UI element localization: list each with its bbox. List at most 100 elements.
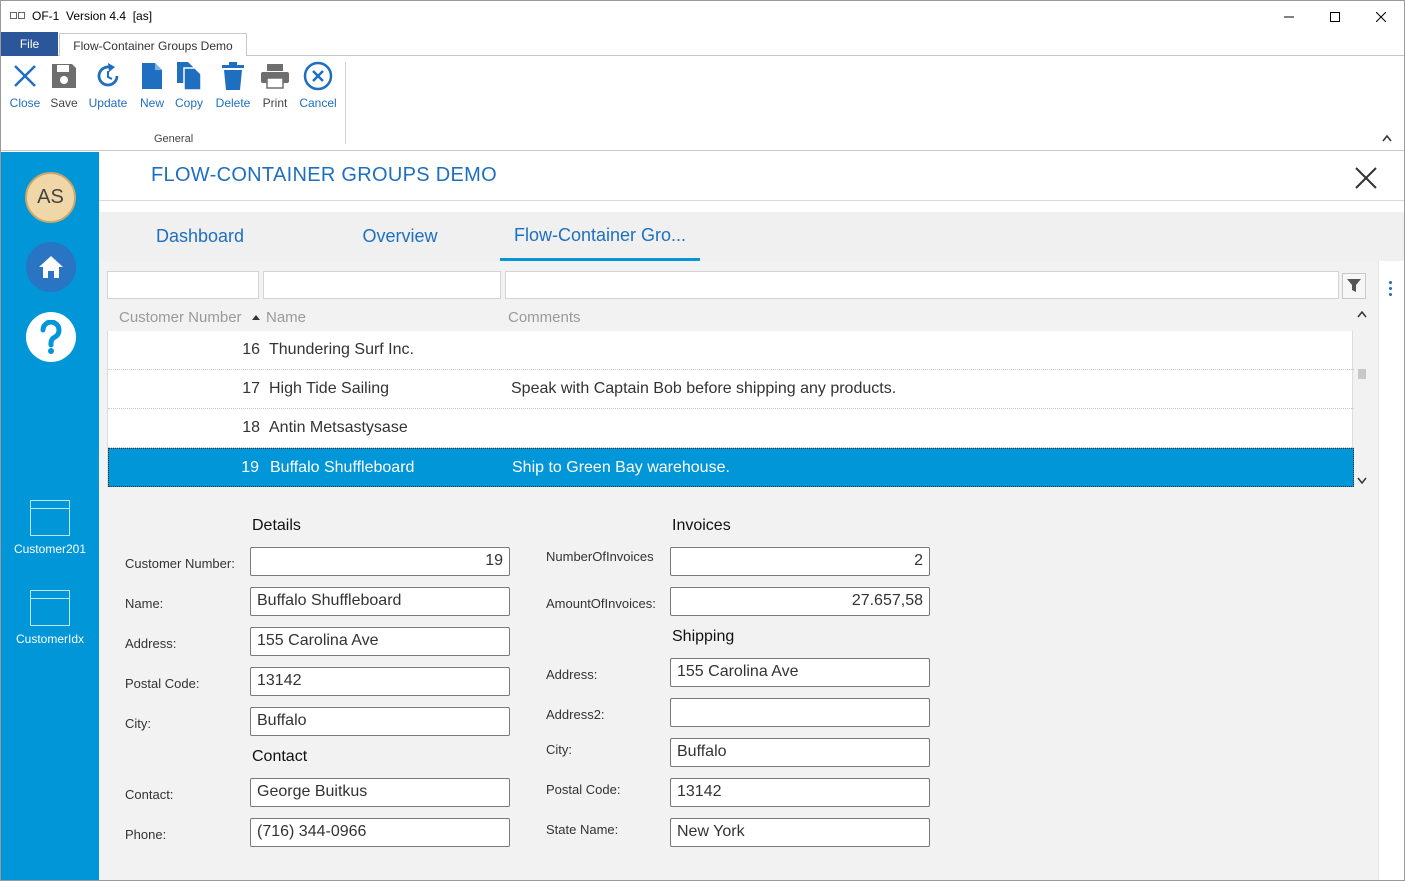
column-header-comments[interactable]: Comments — [508, 309, 581, 326]
ribbon-copy-button[interactable]: Copy — [173, 60, 205, 118]
ribbon: Close Save Update New Copy Delete Print — [1, 56, 1404, 151]
minimize-icon — [1284, 16, 1294, 17]
name-field[interactable]: Buffalo Shuffleboard — [250, 587, 510, 616]
address-field[interactable]: 155 Carolina Ave — [250, 627, 510, 656]
table-row[interactable]: 16 Thundering Surf Inc. — [108, 331, 1354, 370]
filter-button[interactable] — [1342, 273, 1366, 299]
shipping-postal-code-label: Postal Code: — [546, 782, 621, 797]
funnel-icon — [1347, 279, 1361, 292]
maximize-icon — [1330, 11, 1340, 22]
customer-number-field[interactable]: 19 — [250, 547, 510, 576]
file-menu[interactable]: File — [1, 32, 58, 56]
tab-strip: Dashboard Overview Flow-Container Gro... — [99, 212, 1404, 261]
ribbon-update-button[interactable]: Update — [88, 60, 128, 118]
cell-name: Buffalo Shuffleboard — [270, 459, 415, 476]
chevron-down-icon[interactable] — [1357, 477, 1367, 484]
postal-code-label: Postal Code: — [125, 676, 200, 691]
close-icon — [1376, 11, 1386, 22]
printer-icon — [261, 64, 289, 89]
address-label: Address: — [125, 636, 177, 651]
app-window: OF-1 Version 4.4 [as] File Flow-Containe… — [0, 0, 1405, 881]
menu-bar: File Flow-Container Groups Demo — [1, 32, 1404, 57]
ribbon-new-button[interactable]: New — [138, 60, 166, 118]
ribbon-tab-flow-container[interactable]: Flow-Container Groups Demo — [59, 33, 247, 57]
maximize-button[interactable] — [1312, 1, 1358, 32]
ribbon-close-button[interactable]: Close — [9, 60, 41, 118]
ribbon-group-label: General — [154, 133, 194, 145]
cell-name: High Tide Sailing — [269, 380, 390, 397]
ribbon-copy-label: Copy — [174, 96, 203, 110]
page-title: FLOW-CONTAINER GROUPS DEMO — [151, 164, 497, 186]
cell-comments: Speak with Captain Bob before shipping a… — [511, 380, 897, 397]
cell-comments: Ship to Green Bay warehouse. — [512, 459, 730, 476]
new-document-icon — [142, 63, 162, 89]
minimize-button[interactable] — [1266, 1, 1312, 32]
window-icon — [30, 500, 70, 536]
grid-scrollbar[interactable] — [1355, 307, 1369, 487]
column-header-customer-number[interactable]: Customer Number — [119, 309, 242, 326]
contact-field[interactable]: George Buitkus — [250, 778, 510, 807]
table-row[interactable]: 18 Antin Metsastysase — [108, 409, 1354, 448]
name-label: Name: — [125, 596, 164, 611]
tab-overview[interactable]: Overview — [339, 212, 461, 261]
home-icon — [39, 256, 63, 278]
ribbon-delete-button[interactable]: Delete — [213, 60, 253, 118]
ribbon-new-label: New — [139, 96, 164, 110]
shipping-address-field[interactable]: 155 Carolina Ave — [670, 658, 930, 687]
column-header-name[interactable]: Name — [266, 309, 306, 326]
state-name-label: State Name: — [546, 822, 619, 837]
sort-ascending-icon — [252, 315, 260, 320]
tab-dashboard[interactable]: Dashboard — [139, 212, 261, 261]
table-row-selected[interactable]: 19 Buffalo Shuffleboard Ship to Green Ba… — [108, 448, 1354, 487]
shipping-postal-code-field[interactable]: 13142 — [670, 778, 930, 807]
chevron-up-icon[interactable] — [1382, 134, 1392, 142]
contact-label: Contact: — [125, 787, 174, 802]
cell-customer-number: 17 — [242, 380, 260, 397]
shipping-address2-label: Address2: — [546, 707, 605, 722]
filter-comments[interactable] — [505, 271, 1339, 299]
right-panel-strip — [1378, 261, 1404, 880]
ribbon-cancel-button[interactable]: Cancel — [299, 60, 337, 118]
cancel-icon — [303, 61, 333, 91]
postal-code-field[interactable]: 13142 — [250, 667, 510, 696]
amount-of-invoices-field[interactable]: 27.657,58 — [670, 587, 930, 616]
home-button[interactable] — [26, 242, 76, 292]
more-options-icon[interactable] — [1389, 281, 1393, 299]
invoices-section-title: Invoices — [672, 517, 731, 534]
refresh-icon — [97, 63, 119, 87]
ribbon-close-label: Close — [9, 96, 41, 110]
window-icon — [30, 590, 70, 626]
sidebar-item-customeridx[interactable]: CustomerIdx — [1, 590, 99, 646]
shipping-address-label: Address: — [546, 667, 598, 682]
ribbon-print-button[interactable]: Print — [259, 60, 291, 118]
avatar[interactable]: AS — [25, 172, 76, 223]
window-close-button[interactable] — [1358, 1, 1404, 32]
ribbon-save-button[interactable]: Save — [48, 60, 80, 118]
question-icon — [40, 320, 62, 354]
city-field[interactable]: Buffalo — [250, 707, 510, 736]
number-of-invoices-field[interactable]: 2 — [670, 547, 930, 576]
main-panel: FLOW-CONTAINER GROUPS DEMO Dashboard Ove… — [99, 152, 1404, 880]
phone-field[interactable]: (716) 344-0966 — [250, 818, 510, 847]
cell-customer-number: 19 — [241, 459, 259, 476]
filter-name[interactable] — [263, 271, 501, 299]
shipping-city-field[interactable]: Buffalo — [670, 738, 930, 767]
tab-flow-container-groups[interactable]: Flow-Container Gro... — [500, 212, 700, 261]
copy-icon — [177, 62, 202, 91]
scrollbar-thumb[interactable] — [1358, 369, 1366, 379]
grid-body: 16 Thundering Surf Inc. 17 High Tide Sai… — [107, 331, 1354, 487]
sidebar: AS Customer201 CustomerIdx — [1, 152, 99, 880]
phone-label: Phone: — [125, 827, 167, 842]
trash-icon — [222, 62, 244, 90]
filter-customer-number[interactable] — [107, 271, 259, 299]
shipping-address2-field[interactable] — [670, 698, 930, 727]
table-row[interactable]: 17 High Tide Sailing Speak with Captain … — [108, 370, 1354, 409]
chevron-up-icon[interactable] — [1357, 311, 1367, 318]
contact-section-title: Contact — [252, 748, 308, 765]
help-button[interactable] — [26, 312, 76, 362]
state-name-field[interactable]: New York — [670, 818, 930, 847]
close-icon[interactable] — [1354, 166, 1378, 190]
sidebar-item-customer201[interactable]: Customer201 — [1, 500, 99, 556]
ribbon-group-separator — [345, 62, 346, 144]
ribbon-print-label: Print — [262, 96, 288, 110]
